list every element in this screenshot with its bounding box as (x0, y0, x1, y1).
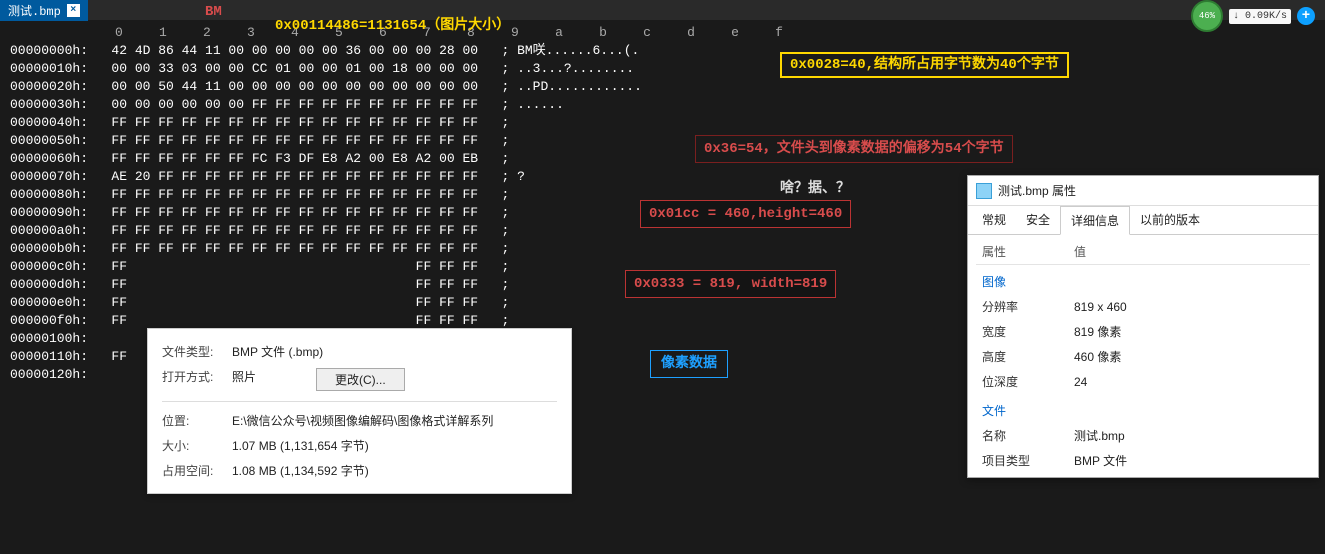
propwin-title-bar: 测试.bmp 属性 (968, 176, 1318, 206)
ondisk-value: 1.08 MB (1,134,592 字节) (232, 462, 369, 479)
res-v: 819 x 460 (1068, 294, 1310, 319)
properties-window: 测试.bmp 属性 常规 安全 详细信息 以前的版本 属性 值 图像 分辨率81… (967, 175, 1319, 478)
section-file: 文件 (976, 394, 1310, 423)
image-icon (976, 183, 992, 199)
ondisk-label: 占用空间: (162, 462, 232, 479)
size-value: 1.07 MB (1,131,654 字节) (232, 437, 369, 454)
tab-security[interactable]: 安全 (1016, 206, 1060, 234)
tab-previous[interactable]: 以前的版本 (1130, 206, 1210, 234)
height-annotation: 0x01cc = 460,height=460 (640, 200, 851, 228)
unknown-ascii: 啥？据、？ (780, 180, 850, 198)
propwin-body: 属性 值 图像 分辨率819 x 460 宽度819 像素 高度460 像素 位… (968, 235, 1318, 477)
col-val: 值 (1068, 239, 1310, 265)
name-v: 测试.bmp (1068, 423, 1310, 448)
depth-v: 24 (1068, 369, 1310, 394)
type-v: BMP 文件 (1068, 448, 1310, 473)
hex-row: 00000040h: FF FF FF FF FF FF FF FF FF FF… (10, 114, 1315, 132)
hex-row: 00000060h: FF FF FF FF FF FF FC F3 DF E8… (10, 150, 1315, 168)
file-tooltip: 文件类型: BMP 文件 (.bmp) 打开方式: 照片 更改(C)... 位置… (147, 328, 572, 494)
tab-general[interactable]: 常规 (972, 206, 1016, 234)
hex-row: 00000050h: FF FF FF FF FF FF FF FF FF FF… (10, 132, 1315, 150)
location-value: E:\微信公众号\视频图像编解码\图像格式详解系列 (232, 412, 493, 429)
propwin-title: 测试.bmp 属性 (998, 182, 1076, 199)
size-label: 大小: (162, 437, 232, 454)
type-k: 项目类型 (976, 448, 1068, 473)
location-label: 位置: (162, 412, 232, 429)
pixel-data-annotation: 像素数据 (650, 350, 728, 378)
filesize-annotation: 0x00114486=1131654（图片大小） (275, 17, 510, 35)
filetype-label: 文件类型: (162, 343, 232, 360)
w-v: 819 像素 (1068, 319, 1310, 344)
file-tab[interactable]: 测试.bmp × (0, 0, 88, 21)
col-prop: 属性 (976, 239, 1068, 265)
name-k: 名称 (976, 423, 1068, 448)
w-k: 宽度 (976, 319, 1068, 344)
prop-table: 属性 值 图像 分辨率819 x 460 宽度819 像素 高度460 像素 位… (976, 239, 1310, 473)
struct-size-annotation: 0x0028=40,结构所占用字节数为40个字节 (780, 52, 1069, 78)
hex-row: 00000020h: 00 00 50 44 11 00 00 00 00 00… (10, 78, 1315, 96)
filetype-value: BMP 文件 (.bmp) (232, 343, 323, 360)
topbar: 测试.bmp × (0, 0, 1325, 20)
hex-row: 00000030h: 00 00 00 00 00 00 FF FF FF FF… (10, 96, 1315, 114)
tab-details[interactable]: 详细信息 (1060, 206, 1130, 235)
depth-k: 位深度 (976, 369, 1068, 394)
propwin-tabs: 常规 安全 详细信息 以前的版本 (968, 206, 1318, 235)
h-k: 高度 (976, 344, 1068, 369)
close-icon[interactable]: × (67, 4, 80, 17)
hex-row: 00000010h: 00 00 33 03 00 00 CC 01 00 00… (10, 60, 1315, 78)
width-annotation: 0x0333 = 819, width=819 (625, 270, 836, 298)
openwith-value: 照片 (232, 368, 256, 391)
tab-title: 测试.bmp (8, 2, 61, 19)
openwith-label: 打开方式: (162, 368, 232, 391)
res-k: 分辨率 (976, 294, 1068, 319)
h-v: 460 像素 (1068, 344, 1310, 369)
change-button[interactable]: 更改(C)... (316, 368, 405, 391)
section-image: 图像 (976, 265, 1310, 295)
hex-row: 00000000h: 42 4D 86 44 11 00 00 00 00 00… (10, 42, 1315, 60)
bm-label: BM (205, 3, 222, 21)
column-header: 0 1 2 3 4 5 6 7 8 9 a b c d e f (10, 24, 1315, 42)
offset-annotation: 0x36=54，文件头到像素数据的偏移为54个字节 (695, 135, 1013, 163)
